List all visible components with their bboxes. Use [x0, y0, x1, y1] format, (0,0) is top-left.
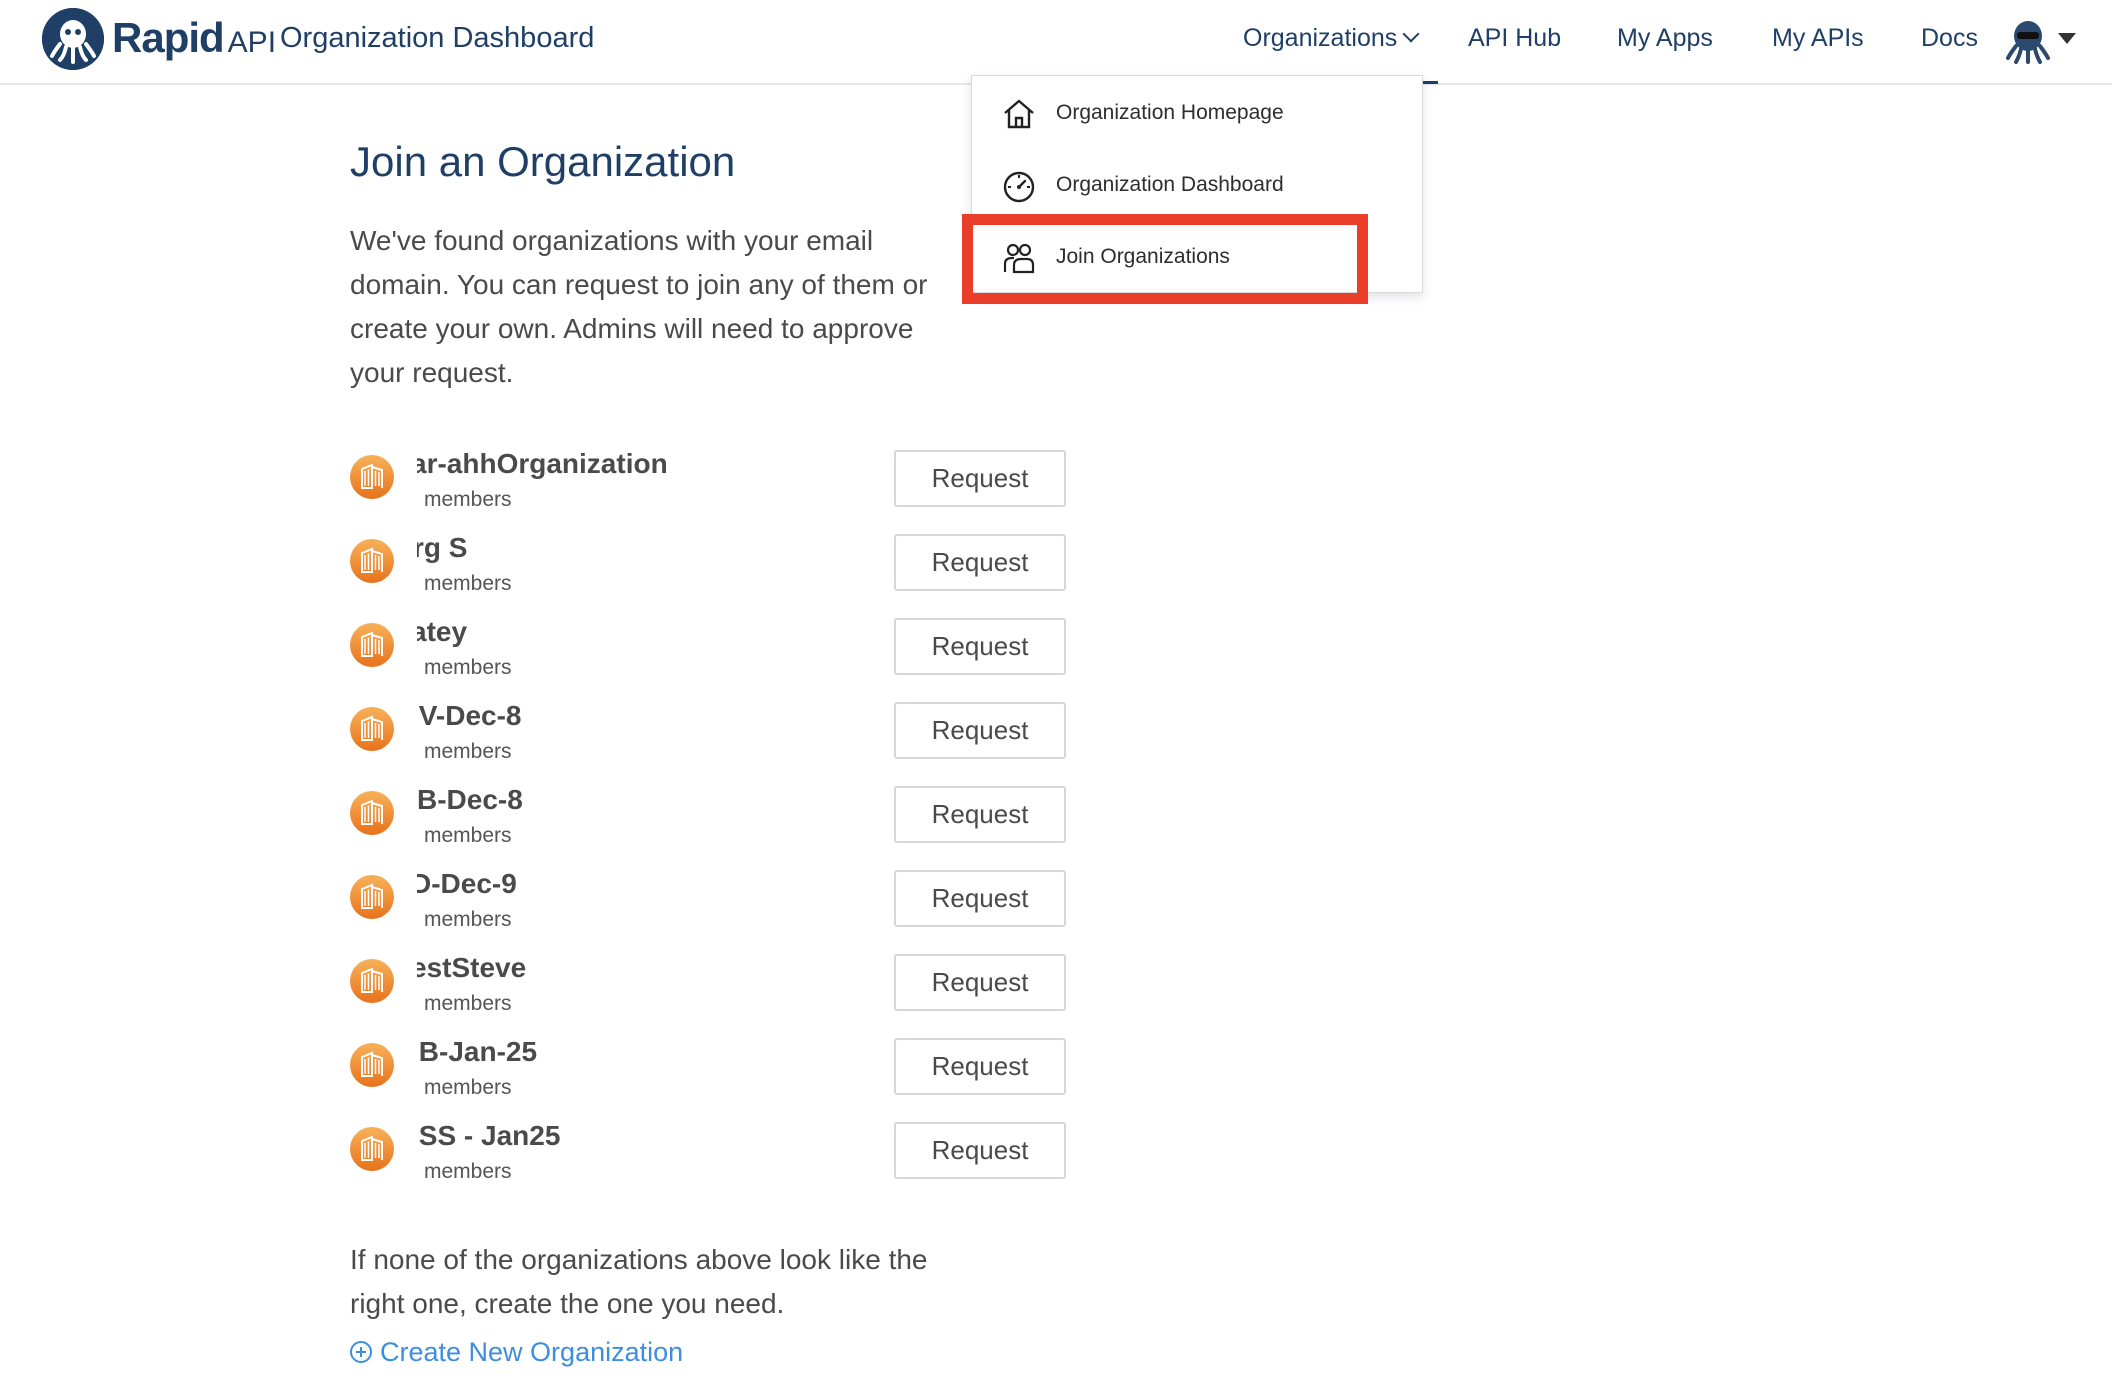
intro-text: We've found organizations with your emai… — [350, 225, 928, 388]
request-button[interactable]: Request — [894, 534, 1066, 591]
organization-row: estSteve members Request — [350, 952, 1070, 1015]
brand-name[interactable]: Rapid API — [112, 14, 276, 62]
nav-docs[interactable]: Docs — [1921, 24, 1978, 53]
organization-members: members — [424, 740, 512, 763]
organization-name-wrap: D-Dec-9 — [417, 868, 937, 904]
organization-row: rg S members Request — [350, 532, 1070, 595]
organization-name: D-Dec-9 — [417, 868, 517, 899]
request-button[interactable]: Request — [894, 450, 1066, 507]
request-button[interactable]: Request — [894, 870, 1066, 927]
organization-members: members — [424, 488, 512, 511]
organization-members: members — [424, 572, 512, 595]
building-icon — [350, 1127, 394, 1171]
organization-name-wrap: ISS - Jan25 — [417, 1120, 937, 1156]
speedometer-icon — [1001, 168, 1037, 204]
organization-row: ISS - Jan25 members Request — [350, 1120, 1070, 1183]
building-icon — [350, 707, 394, 751]
top-navigation-bar: Rapid API Organization Dashboard Organiza… — [0, 0, 2112, 85]
request-button[interactable]: Request — [894, 1122, 1066, 1179]
organization-row: D-Dec-9 members Request — [350, 868, 1070, 931]
app-title: Organization Dashboard — [280, 22, 595, 54]
organization-members: members — [424, 908, 512, 931]
building-icon — [350, 539, 394, 583]
organization-name: atey — [417, 616, 468, 647]
request-button[interactable]: Request — [894, 1038, 1066, 1095]
organization-row: ar-ahhOrganization members Request — [350, 448, 1070, 511]
building-icon — [350, 959, 394, 1003]
organization-row: IV-Dec-8 members Request — [350, 700, 1070, 763]
plus-circle-icon — [350, 1341, 372, 1363]
account-menu-caret-icon[interactable] — [2058, 33, 2076, 44]
home-icon — [1001, 96, 1037, 132]
building-icon — [350, 875, 394, 919]
menu-item-organization-dashboard[interactable]: Organization Dashboard — [972, 156, 1424, 216]
organization-name-wrap: rg S — [417, 532, 937, 568]
organization-members: members — [424, 824, 512, 847]
organization-name: estSteve — [417, 952, 527, 983]
rapidapi-logo-icon[interactable] — [42, 8, 104, 70]
organization-row: atey members Request — [350, 616, 1070, 679]
organization-name-wrap: atey — [417, 616, 937, 652]
organization-members: members — [424, 656, 512, 679]
organization-members: members — [424, 1076, 512, 1099]
organization-row: IB-Jan-25 members Request — [350, 1036, 1070, 1099]
highlight-box — [962, 214, 1368, 304]
organization-name-wrap: IB-Jan-25 — [417, 1036, 937, 1072]
organization-name: ISS - Jan25 — [417, 1120, 561, 1151]
building-icon — [350, 791, 394, 835]
request-button[interactable]: Request — [894, 618, 1066, 675]
organization-name-wrap: estSteve — [417, 952, 937, 988]
page-title: Join an Organization — [350, 138, 736, 185]
menu-item-organization-homepage[interactable]: Organization Homepage — [972, 84, 1424, 144]
organization-name-wrap: B-Dec-8 — [417, 784, 937, 820]
organization-row: B-Dec-8 members Request — [350, 784, 1070, 847]
building-icon — [350, 455, 394, 499]
chevron-down-icon — [1402, 25, 1420, 43]
organization-name: rg S — [417, 532, 468, 563]
organization-name-wrap: IV-Dec-8 — [417, 700, 937, 736]
user-avatar-icon[interactable] — [2004, 16, 2052, 64]
organization-name: ar-ahhOrganization — [417, 448, 668, 479]
menu-item-label: Organization Dashboard — [1056, 173, 1284, 196]
request-button[interactable]: Request — [894, 786, 1066, 843]
request-button[interactable]: Request — [894, 702, 1066, 759]
organization-members: members — [424, 1160, 512, 1183]
organization-name: B-Dec-8 — [417, 784, 523, 815]
organization-name-wrap: ar-ahhOrganization — [417, 448, 937, 484]
create-new-organization-link[interactable]: Create New Organization — [350, 1337, 683, 1368]
organization-members: members — [424, 992, 512, 1015]
request-button[interactable]: Request — [894, 954, 1066, 1011]
nav-my-apis[interactable]: My APIs — [1772, 24, 1864, 53]
create-org-hint-text: If none of the organizations above look … — [350, 1244, 928, 1319]
building-icon — [350, 623, 394, 667]
nav-organizations[interactable]: Organizations — [1243, 24, 1420, 53]
organization-name: IB-Jan-25 — [417, 1036, 538, 1067]
organization-name: IV-Dec-8 — [417, 700, 522, 731]
menu-item-label: Organization Homepage — [1056, 101, 1284, 124]
building-icon — [350, 1043, 394, 1087]
nav-api-hub[interactable]: API Hub — [1468, 24, 1561, 53]
nav-my-apps[interactable]: My Apps — [1617, 24, 1713, 53]
